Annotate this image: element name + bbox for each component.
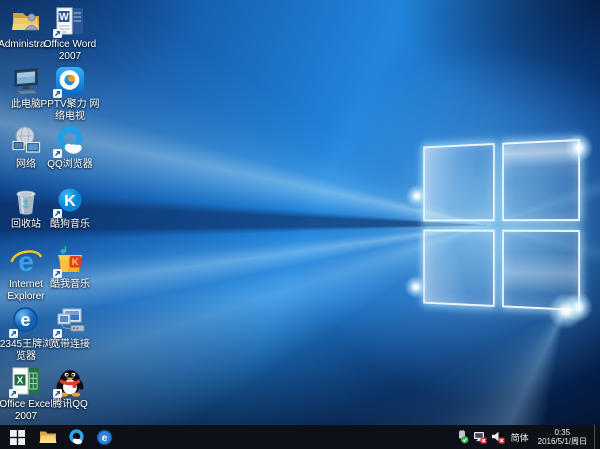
taskbar-2345-browser-button[interactable]: e — [90, 425, 118, 449]
pptv-icon — [54, 65, 86, 97]
svg-text:X: X — [17, 375, 24, 386]
show-desktop-button[interactable] — [594, 425, 600, 449]
desktop-icon-kugou[interactable]: K 酷狗音乐 — [38, 185, 102, 231]
svg-text:W: W — [59, 12, 69, 23]
clock-date: 2016/5/1/周日 — [538, 437, 587, 446]
shortcut-arrow-icon — [53, 89, 62, 98]
taskbar: e — [0, 425, 600, 449]
icon-label: 腾讯QQ — [52, 399, 88, 411]
shortcut-arrow-icon — [53, 209, 62, 218]
safely-remove-hardware-icon[interactable] — [455, 430, 469, 444]
taskbar-clock[interactable]: 0:35 2016/5/1/周日 — [535, 428, 590, 446]
svg-text:K: K — [72, 257, 79, 268]
shortcut-arrow-icon — [53, 269, 62, 278]
word-icon: W — [54, 5, 86, 37]
icon-label: 宽带连接 — [50, 339, 90, 351]
start-button[interactable] — [0, 425, 34, 449]
desktop-icon-qq[interactable]: 腾讯QQ — [38, 365, 102, 411]
wallpaper-sparkle — [563, 132, 596, 165]
shortcut-arrow-icon — [53, 29, 62, 38]
broadband-connection-icon — [54, 305, 86, 337]
svg-text:e: e — [101, 433, 107, 444]
taskbar-qq-browser-button[interactable] — [62, 425, 90, 449]
taskbar-file-explorer-button[interactable] — [34, 425, 62, 449]
icon-label: 酷我音乐 — [50, 279, 90, 291]
icon-label: 此电脑 — [11, 99, 41, 111]
wallpaper-sparkle — [403, 274, 429, 300]
icon-label: Office Word 2007 — [44, 39, 96, 62]
logo-pane-top-left — [423, 143, 494, 221]
2345-browser-icon: e — [96, 429, 113, 446]
icon-label: 回收站 — [11, 219, 41, 231]
desktop-icon-word[interactable]: W Office Word 2007 — [38, 5, 102, 62]
shortcut-arrow-icon — [53, 389, 62, 398]
taskbar-buttons: e — [0, 425, 118, 449]
volume-muted-icon[interactable] — [491, 430, 505, 444]
input-language-indicator[interactable]: 简体 — [509, 431, 531, 444]
tencent-qq-penguin-icon — [54, 365, 86, 397]
clock-time: 0:35 — [538, 428, 587, 437]
windows-logo-icon — [10, 430, 25, 445]
shortcut-arrow-icon — [53, 149, 62, 158]
folder-icon — [39, 430, 57, 444]
wallpaper-sparkle — [545, 290, 587, 332]
desktop-surface[interactable]: Administra... 此电脑 — [0, 0, 600, 425]
logo-pane-bottom-left — [423, 229, 494, 307]
wallpaper-windows-logo — [423, 139, 580, 311]
desktop-icon-broadband[interactable]: 宽带连接 — [38, 305, 102, 351]
kuwo-music-icon: K — [54, 245, 86, 277]
kugou-music-icon: K — [54, 185, 86, 217]
wallpaper-sparkle — [404, 183, 430, 209]
qq-browser-icon — [54, 125, 86, 157]
windows-desktop-screen: Administra... 此电脑 — [0, 0, 600, 449]
shortcut-arrow-icon — [53, 329, 62, 338]
shortcut-arrow-icon — [9, 389, 18, 398]
icon-label: 酷狗音乐 — [50, 219, 90, 231]
qq-browser-icon — [68, 429, 85, 446]
icon-label: QQ浏览器 — [47, 159, 93, 171]
svg-text:e: e — [20, 310, 30, 330]
icon-label: 网络 — [16, 159, 36, 171]
desktop-icon-qq-browser[interactable]: QQ浏览器 — [38, 125, 102, 171]
shortcut-arrow-icon — [9, 329, 18, 338]
icon-label: PPTV聚力 网 络电视 — [41, 99, 100, 122]
system-tray: 简体 0:35 2016/5/1/周日 — [451, 425, 600, 449]
desktop-icon-pptv[interactable]: PPTV聚力 网 络电视 — [38, 65, 102, 122]
svg-text:K: K — [64, 193, 76, 210]
network-disconnected-icon[interactable] — [473, 430, 487, 444]
desktop-icon-kuwo[interactable]: K 酷我音乐 — [38, 245, 102, 291]
